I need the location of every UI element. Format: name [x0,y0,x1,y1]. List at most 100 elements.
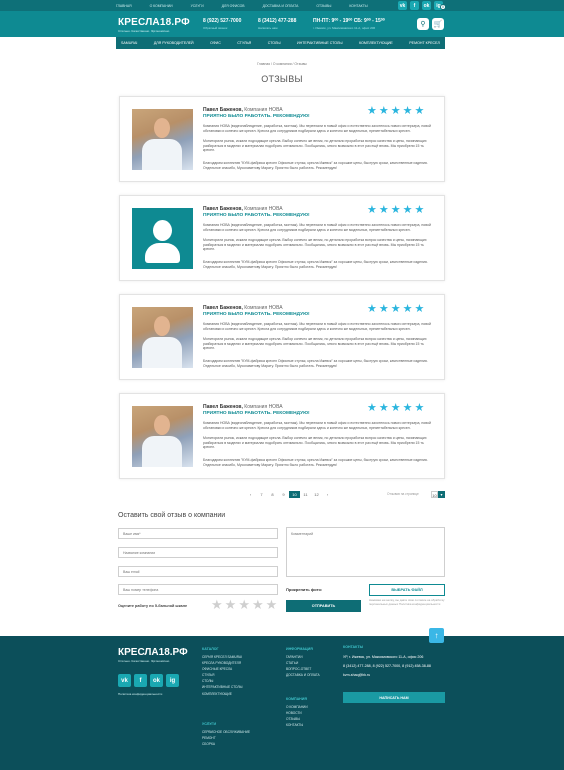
phone-field[interactable] [118,584,278,595]
search-icon[interactable]: ⚲ [417,18,429,30]
star-icon[interactable]: ★ [238,598,250,611]
logo[interactable]: КРЕСЛА18.РФ [118,17,190,28]
star-icon: ★ [378,303,389,315]
cart-icon[interactable]: 🛒 [432,18,444,30]
main-nav: SAMURAI Для руководителей Офис Стулья Ст… [116,37,445,49]
review-card: Павел Баженов, Компания НОВА ПРИЯТНО БЫЛ… [119,195,445,281]
write-us-link[interactable]: Написать нам [258,26,277,30]
page-link[interactable]: 12 [311,491,322,498]
star-icon: ★ [367,303,377,315]
breadcrumb[interactable]: Главная / О компании / Отзывы [0,62,564,66]
footer-email[interactable]: kvm-shaq@bk.ru [343,671,431,680]
privacy-policy-link[interactable]: Политика конфиденциальности [118,692,162,696]
callback-link[interactable]: Обратный звонок [203,26,227,30]
top-link-about[interactable]: О компании [150,4,173,8]
review-card: Павел Баженов, Компания НОВА ПРИЯТНО БЫЛ… [119,96,445,182]
pagination: ‹ 7 8 9 10 11 12 › [245,491,333,498]
reviewer-name: Павел Баженов, [203,107,243,113]
odnoklassniki-icon[interactable]: ok [150,674,163,687]
top-link-delivery[interactable]: Доставка и оплата [263,4,299,8]
star-icon: ★ [402,204,413,216]
form-title: Оставить свой отзыв о компании [118,512,226,519]
company-field[interactable] [118,547,278,558]
review-text: Мониторили рынок, искали подходящие крес… [203,238,427,252]
star-icon: ★ [367,204,377,216]
per-page-label: Отзывов на странице [387,492,419,496]
name-field[interactable] [118,528,278,539]
top-link-home[interactable]: Главная [116,4,132,8]
reviewer-company: Компания НОВА [242,107,283,113]
comment-field[interactable] [286,527,445,577]
star-icon: ★ [367,105,377,117]
nav-parts[interactable]: Комплектующие [359,41,393,45]
facebook-icon[interactable]: f [410,1,419,10]
page-current[interactable]: 10 [289,491,300,498]
chevron-down-icon[interactable]: ▾ [438,491,445,498]
star-icon: ★ [414,204,425,216]
page-link[interactable]: 9 [278,491,289,498]
star-icon[interactable]: ★ [252,598,264,611]
star-icon: ★ [414,402,425,414]
scroll-up-icon[interactable]: ↑ [429,628,444,643]
odnoklassniki-icon[interactable]: ok [422,1,431,10]
page-link[interactable]: 8 [267,491,278,498]
nav-interactive-tables[interactable]: Интерактивные столы [297,41,343,45]
review-text: Благодарим коллектив "КУМ-фабрика кресел… [203,359,428,368]
star-icon: ★ [402,105,413,117]
footer-logo[interactable]: КРЕСЛА18.РФ [118,647,188,658]
star-icon[interactable]: ★ [211,598,223,611]
nav-chairs[interactable]: Стулья [237,41,251,45]
footer-heading: Контакты [343,645,364,649]
footer-heading: Информация [286,647,313,651]
review-headline: ПРИЯТНО БЫЛО РАБОТАТЬ. РЕКОМЕНДУЮ! [203,114,310,119]
consent-note: Нажимая на кнопку, вы даёте своё согласи… [369,598,445,606]
choose-file-button[interactable]: Выбрать файл [369,584,445,596]
write-us-button[interactable]: Написать нам [343,692,445,703]
footer-heading: Услуги [202,722,217,726]
star-icon: ★ [414,303,425,315]
email-field[interactable] [118,566,278,577]
vk-icon[interactable]: vk [118,674,131,687]
rating-input[interactable]: ★ ★ ★ ★ ★ [211,598,277,611]
top-link-reviews[interactable]: Отзывы [316,4,331,8]
reviewer-photo [132,406,193,467]
facebook-icon[interactable]: f [134,674,147,687]
star-icon: ★ [367,402,377,414]
submit-button[interactable]: Отправить [286,600,361,612]
page-prev[interactable]: ‹ [245,491,256,498]
per-page-value: 10 [431,491,438,498]
footer-link[interactable]: Сборка [202,741,250,747]
star-icon[interactable]: ★ [225,598,237,611]
top-link-services[interactable]: Услуги [191,4,204,8]
per-page-select[interactable]: 10 ▾ [431,491,445,498]
review-card: Павел Баженов, Компания НОВА ПРИЯТНО БЫЛ… [119,393,445,479]
nav-samurai[interactable]: SAMURAI [121,41,137,45]
star-icon[interactable]: ★ [266,598,278,611]
star-icon: ★ [414,105,425,117]
footer-phones[interactable]: 8 (3412) 477-288, 8 (922) 527-7000, 8 (9… [343,662,431,671]
review-text: Благодарим коллектив "КУМ-фабрика кресел… [203,161,428,170]
star-icon: ★ [390,105,401,117]
review-text: Компания НОВА (видеонаблюдение, разработ… [203,421,431,430]
page-link[interactable]: 7 [256,491,267,498]
page-link[interactable]: 11 [300,491,311,498]
instagram-icon[interactable]: ig [166,674,179,687]
top-link-contacts[interactable]: Контакты [349,4,367,8]
nav-office[interactable]: Офис [210,41,221,45]
footer-link[interactable]: Комплектующие [202,691,242,697]
footer-link[interactable]: Доставка и оплата [286,672,320,678]
vk-icon[interactable]: vk [398,1,407,10]
phone-secondary[interactable]: 8 (3412) 477-288 [258,18,296,24]
page-next[interactable]: › [322,491,333,498]
footer-link[interactable]: Контакты [286,722,308,728]
site-header: КРЕСЛА18.РФ Стильно. Качественно. Эргоно… [0,11,564,37]
nav-repair[interactable]: Ремонт кресел [409,41,440,45]
review-headline: ПРИЯТНО БЫЛО РАБОТАТЬ. РЕКОМЕНДУЮ! [203,213,310,218]
nav-tables[interactable]: Столы [268,41,281,45]
phone-primary[interactable]: 8 (922) 527-7000 [203,18,241,24]
top-link-offices[interactable]: Для офисов [222,4,245,8]
nav-executives[interactable]: Для руководителей [154,41,194,45]
footer-link[interactable]: Интерактивные столы [202,684,242,690]
review-text: Компания НОВА (видеонаблюдение, разработ… [203,223,431,232]
reviewer-name: Павел Баженов, [203,404,243,410]
